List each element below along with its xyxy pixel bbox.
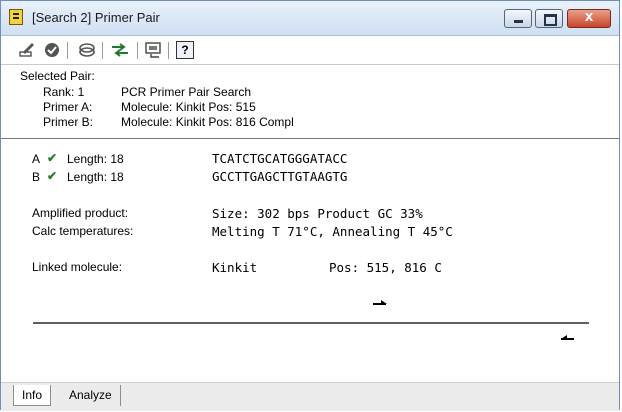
help-icon[interactable]: ? [176,41,194,59]
primer-a-length: Length: 18 [67,152,124,166]
app-icon [9,9,23,25]
rank-label: Rank: 1 [43,85,85,99]
edit-icon[interactable] [18,41,36,59]
primer-b-label: Primer B: [43,115,94,129]
primer-b-letter: B [32,170,41,184]
tab-bar: Info Analyze [1,382,619,411]
display-icon[interactable] [145,41,163,59]
check-icon: ✔ [47,151,58,165]
calc-temperatures-value: Melting T 71°C, Annealing T 45°C [212,224,453,239]
tab-info[interactable]: Info [13,385,52,406]
close-icon: x [584,8,594,25]
maximize-button[interactable] [535,9,563,28]
tab-analyze[interactable]: Analyze [61,385,121,406]
window-title: [Search 2] Primer Pair [32,10,160,25]
amplified-product-label: Amplified product: [32,206,129,220]
link-icon[interactable] [78,41,96,59]
amplified-product-value: Size: 302 bps Product GC 33% [212,206,423,221]
primer-pair-window: [Search 2] Primer Pair x ? Selected Pair… [0,0,620,411]
primer-a-value: Molecule: Kinkit Pos: 515 [121,100,256,114]
primer-map [33,300,589,340]
primer-b-sequence: GCCTTGAGCTTGTAAGTG [212,169,348,184]
selected-pair-panel: Selected Pair: Rank: 1 PCR Primer Pair S… [1,65,619,139]
primer-a-sequence: TCATCTGCATGGGATACC [212,151,348,166]
check-circle-icon[interactable] [43,41,61,59]
check-icon: ✔ [47,169,58,183]
reverse-primer-arrow [561,335,574,340]
primer-b-value: Molecule: Kinkit Pos: 816 Compl [121,115,294,129]
forward-primer-arrow [373,300,387,305]
minimize-button[interactable] [504,9,532,28]
close-button[interactable]: x [567,8,611,28]
primer-a-label: Primer A: [43,100,93,114]
calc-temperatures-label: Calc temperatures: [32,224,134,238]
primer-a-letter: A [32,152,41,166]
toolbar: ? [1,36,619,65]
swap-arrows-icon[interactable] [111,41,129,59]
primer-b-length: Length: 18 [67,170,124,184]
title-bar[interactable]: [Search 2] Primer Pair x [1,1,619,36]
linked-molecule-label: Linked molecule: [32,260,123,274]
linked-molecule-name: Kinkit [212,260,258,275]
rank-value: PCR Primer Pair Search [121,85,252,99]
selected-pair-heading: Selected Pair: [20,69,95,83]
linked-molecule-pos: Pos: 515, 816 C [329,260,442,275]
